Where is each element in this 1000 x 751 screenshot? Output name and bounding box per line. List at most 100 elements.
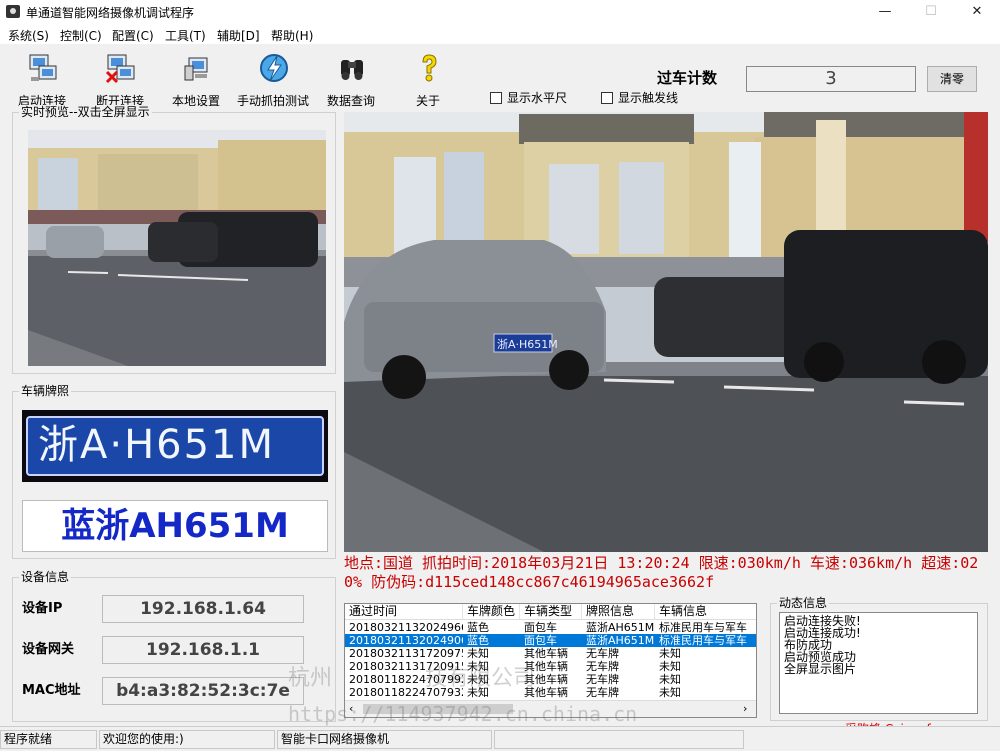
cell-pass-time: 20180321132024966: [349, 621, 463, 634]
checkbox-box: [601, 92, 613, 104]
device-ip-value: 192.168.1.64: [102, 595, 304, 623]
table-row-selected[interactable]: 20180321132024906 蓝色 面包车 蓝浙AH651M 标准民用车与…: [345, 634, 756, 647]
device-gateway-value: 192.168.1.1: [102, 636, 304, 664]
menu-control[interactable]: 控制(C): [60, 27, 102, 44]
vehicle-count-value: 3: [746, 66, 916, 92]
capture-records-table[interactable]: 通过时间 车牌颜色 车辆类型 牌照信息 车辆信息 201803211320249…: [344, 603, 757, 718]
car-plate-label: 浙A·H651M: [497, 338, 558, 351]
local-settings-label: 本地设置: [171, 94, 220, 108]
table-header: 通过时间 车牌颜色 车辆类型 牌照信息 车辆信息: [345, 604, 756, 620]
captured-street-scene: 浙A·H651M: [344, 112, 988, 552]
table-row[interactable]: 20180118224707992 未知 其他车辆 无车牌 未知: [345, 673, 756, 686]
status-welcome: 欢迎您的使用:): [99, 730, 275, 749]
device-gateway-label: 设备网关: [22, 642, 75, 657]
plate-crop-text: 浙A·H651M: [26, 416, 324, 476]
street-scene-thumbnail: [28, 130, 326, 366]
lightning-capture-icon: [260, 54, 288, 82]
manual-capture-button[interactable]: 手动抓拍测试: [233, 48, 313, 108]
show-trigger-line-checkbox[interactable]: 显示触发线: [601, 89, 678, 106]
column-plate-color[interactable]: 车牌颜色: [463, 604, 520, 619]
cell-pass-time: 20180118224707932: [349, 686, 463, 699]
disconnect-button[interactable]: 断开连接: [80, 48, 160, 108]
cell-vehicle-info: 未知: [659, 647, 681, 660]
cell-vehicle-info: 未知: [659, 673, 681, 686]
camera-app-icon: [6, 5, 20, 18]
cell-plate-info: 无车牌: [586, 686, 619, 699]
cell-vehicle-type: 其他车辆: [524, 660, 568, 673]
device-info-title: 设备信息: [19, 570, 72, 584]
menu-help[interactable]: 帮助(H): [271, 27, 313, 44]
manual-capture-label: 手动抓拍测试: [236, 94, 309, 108]
data-query-button[interactable]: 数据查询: [311, 48, 391, 108]
cell-vehicle-info: 未知: [659, 686, 681, 699]
plate-crop-image: 浙A·H651M: [22, 410, 328, 482]
live-preview-image[interactable]: [28, 130, 326, 366]
cell-vehicle-type: 面包车: [524, 621, 557, 634]
clear-count-button[interactable]: 清零: [927, 66, 977, 92]
menu-system[interactable]: 系统(S): [8, 27, 49, 44]
about-button[interactable]: 关于: [388, 48, 468, 108]
status-device-name: 智能卡口网络摄像机: [277, 730, 492, 749]
close-button[interactable]: ✕: [954, 0, 1000, 24]
column-plate-info[interactable]: 牌照信息: [582, 604, 655, 619]
dynamic-info-log[interactable]: 启动连接失败! 启动连接成功! 布防成功 启动预览成功 全屏显示图片: [779, 612, 978, 714]
status-empty: [494, 730, 744, 749]
dynamic-info-title: 动态信息: [777, 596, 830, 610]
scroll-left-arrow-icon[interactable]: ‹: [349, 702, 353, 715]
connect-button[interactable]: 启动连接: [2, 48, 82, 108]
column-vehicle-type[interactable]: 车辆类型: [520, 604, 582, 619]
binoculars-icon: [341, 60, 363, 80]
question-mark-icon: [422, 54, 437, 82]
cell-plate-info: 无车牌: [586, 660, 619, 673]
capture-overlay-text: 地点:国道 抓拍时间:2018年03月21日 13:20:24 限速:030km…: [344, 554, 979, 591]
cell-vehicle-info: 标准民用车与军车: [659, 621, 747, 634]
license-plate-title: 车辆牌照: [19, 384, 72, 398]
cell-pass-time: 20180321131720915: [349, 660, 463, 673]
table-row[interactable]: 20180118224707932 未知 其他车辆 无车牌 未知: [345, 686, 756, 699]
data-query-label: 数据查询: [326, 94, 375, 108]
mac-address-label: MAC地址: [22, 683, 81, 698]
cell-vehicle-type: 面包车: [524, 634, 557, 647]
table-row[interactable]: 20180321132024966 蓝色 面包车 蓝浙AH651M 标准民用车与…: [345, 621, 756, 634]
status-bar: 程序就绪 欢迎您的使用:) 智能卡口网络摄像机: [0, 726, 1000, 751]
maximize-button[interactable]: ☐: [908, 0, 954, 24]
cell-plate-color: 蓝色: [467, 634, 489, 647]
cell-plate-info: 蓝浙AH651M: [586, 621, 655, 634]
mac-address-value: b4:a3:82:52:3c:7e: [102, 677, 304, 705]
status-ready: 程序就绪: [0, 730, 97, 749]
cell-plate-color: 未知: [467, 660, 489, 673]
horizontal-scrollbar[interactable]: ‹ ›: [345, 700, 756, 717]
scroll-right-arrow-icon[interactable]: ›: [743, 702, 747, 715]
table-row[interactable]: 20180321131720915 未知 其他车辆 无车牌 未知: [345, 660, 756, 673]
cell-plate-color: 未知: [467, 686, 489, 699]
cell-plate-color: 未知: [467, 647, 489, 660]
cell-vehicle-type: 其他车辆: [524, 647, 568, 660]
menu-bar: 系统(S) 控制(C) 配置(C) 工具(T) 辅助[D] 帮助(H): [0, 24, 1000, 44]
cell-plate-color: 蓝色: [467, 621, 489, 634]
cell-vehicle-info: 未知: [659, 660, 681, 673]
log-line: 全屏显示图片: [784, 662, 857, 676]
cell-pass-time: 20180118224707992: [349, 673, 463, 686]
about-label: 关于: [415, 94, 440, 108]
column-vehicle-info[interactable]: 车辆信息: [655, 604, 756, 619]
cell-plate-color: 未知: [467, 673, 489, 686]
table-row[interactable]: 20180321131720975 未知 其他车辆 无车牌 未知: [345, 647, 756, 660]
main-window: 单通道智能网络摄像机调试程序 — ☐ ✕ 系统(S) 控制(C) 配置(C) 工…: [0, 0, 1000, 751]
checkbox-box: [490, 92, 502, 104]
scrollbar-thumb[interactable]: [363, 704, 513, 714]
window-title: 单通道智能网络摄像机调试程序: [26, 6, 195, 20]
title-bar: 单通道智能网络摄像机调试程序 — ☐ ✕: [0, 0, 1000, 24]
menu-auxiliary[interactable]: 辅助[D]: [217, 27, 260, 44]
cell-plate-info: 蓝浙AH651M: [586, 634, 655, 647]
column-pass-time[interactable]: 通过时间: [345, 604, 463, 619]
menu-config[interactable]: 配置(C): [112, 27, 154, 44]
capture-image[interactable]: 浙A·H651M: [344, 112, 988, 552]
network-disconnect-icon: [105, 54, 135, 84]
show-trigger-line-label: 显示触发线: [618, 91, 679, 105]
vehicle-count-label: 过车计数: [657, 69, 718, 87]
local-settings-button[interactable]: 本地设置: [156, 48, 236, 108]
menu-tools[interactable]: 工具(T): [165, 27, 206, 44]
minimize-button[interactable]: —: [862, 0, 908, 24]
show-horizon-checkbox[interactable]: 显示水平尺: [490, 89, 567, 106]
recognized-plate-text: 蓝浙AH651M: [22, 500, 328, 552]
